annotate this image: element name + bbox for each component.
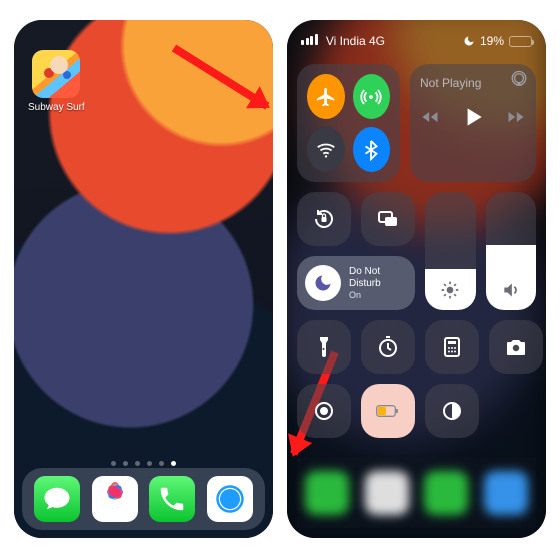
dock	[22, 468, 265, 530]
airplane-mode-toggle[interactable]	[307, 74, 345, 119]
status-bar: Vi India 4G 19%	[287, 34, 546, 48]
connectivity-group	[297, 64, 400, 182]
screen-record-icon	[312, 399, 336, 423]
battery-percent-label: 19%	[480, 34, 504, 48]
phone-home-screen: Subway Surf	[14, 20, 273, 538]
app-icon-subway-surfers[interactable]: Subway Surf	[28, 50, 84, 113]
focus-do-not-disturb-tile[interactable]: Do Not Disturb On	[297, 256, 415, 310]
media-play-button[interactable]	[460, 104, 486, 130]
page-indicator[interactable]	[14, 461, 273, 466]
low-power-icon	[376, 399, 400, 423]
dock-app-phone[interactable]	[149, 476, 195, 522]
airplay-icon	[510, 70, 528, 88]
brightness-slider[interactable]	[425, 192, 476, 310]
media-next-button[interactable]	[506, 107, 526, 127]
low-power-mode-toggle[interactable]	[361, 384, 415, 438]
flashlight-icon	[312, 335, 336, 359]
control-center-panel: Not Playing	[297, 64, 536, 528]
volume-icon	[501, 280, 521, 300]
dark-mode-toggle[interactable]	[425, 384, 479, 438]
camera-button[interactable]	[489, 320, 543, 374]
media-prev-button[interactable]	[420, 107, 440, 127]
messages-icon	[42, 484, 72, 514]
airplane-icon	[315, 86, 337, 108]
screen-record-button[interactable]	[297, 384, 351, 438]
timer-icon	[376, 335, 400, 359]
orientation-lock-icon	[312, 207, 336, 231]
screen-mirroring-icon	[376, 207, 400, 231]
focus-label: Do Not Disturb On	[349, 266, 381, 301]
flashlight-button[interactable]	[297, 320, 351, 374]
media-controls-tile[interactable]: Not Playing	[410, 64, 536, 182]
moon-icon	[313, 273, 333, 293]
shortcut-grid-row-1	[297, 320, 536, 374]
photos-icon	[98, 482, 132, 516]
bluetooth-icon	[360, 139, 382, 161]
cellular-data-toggle[interactable]	[353, 74, 391, 119]
timer-button[interactable]	[361, 320, 415, 374]
camera-icon	[504, 335, 528, 359]
battery-icon	[509, 36, 532, 47]
dock-blurred	[297, 458, 536, 528]
dock-app-messages[interactable]	[34, 476, 80, 522]
app-label: Subway Surf	[28, 102, 84, 113]
cellular-icon	[360, 86, 382, 108]
calculator-icon	[440, 335, 464, 359]
phone-icon	[157, 484, 187, 514]
dark-mode-icon	[440, 399, 464, 423]
phone-control-center: Vi India 4G 19%	[287, 20, 546, 538]
cellular-signal-icon	[301, 34, 318, 45]
brightness-icon	[440, 280, 460, 300]
dock-app-safari[interactable]	[207, 476, 253, 522]
screen-mirroring-button[interactable]	[361, 192, 415, 246]
dnd-status-icon	[463, 35, 475, 47]
calculator-button[interactable]	[425, 320, 479, 374]
safari-icon	[215, 484, 245, 514]
bluetooth-toggle[interactable]	[353, 127, 391, 172]
volume-slider[interactable]	[486, 192, 537, 310]
status-left: Vi India 4G	[301, 34, 385, 48]
wifi-toggle[interactable]	[307, 127, 345, 172]
orientation-lock-toggle[interactable]	[297, 192, 351, 246]
dock-app-photos[interactable]	[92, 476, 138, 522]
wifi-icon	[315, 139, 337, 161]
status-right: 19%	[463, 34, 532, 48]
carrier-label: Vi India 4G	[326, 34, 385, 48]
shortcut-grid-row-2	[297, 384, 536, 438]
